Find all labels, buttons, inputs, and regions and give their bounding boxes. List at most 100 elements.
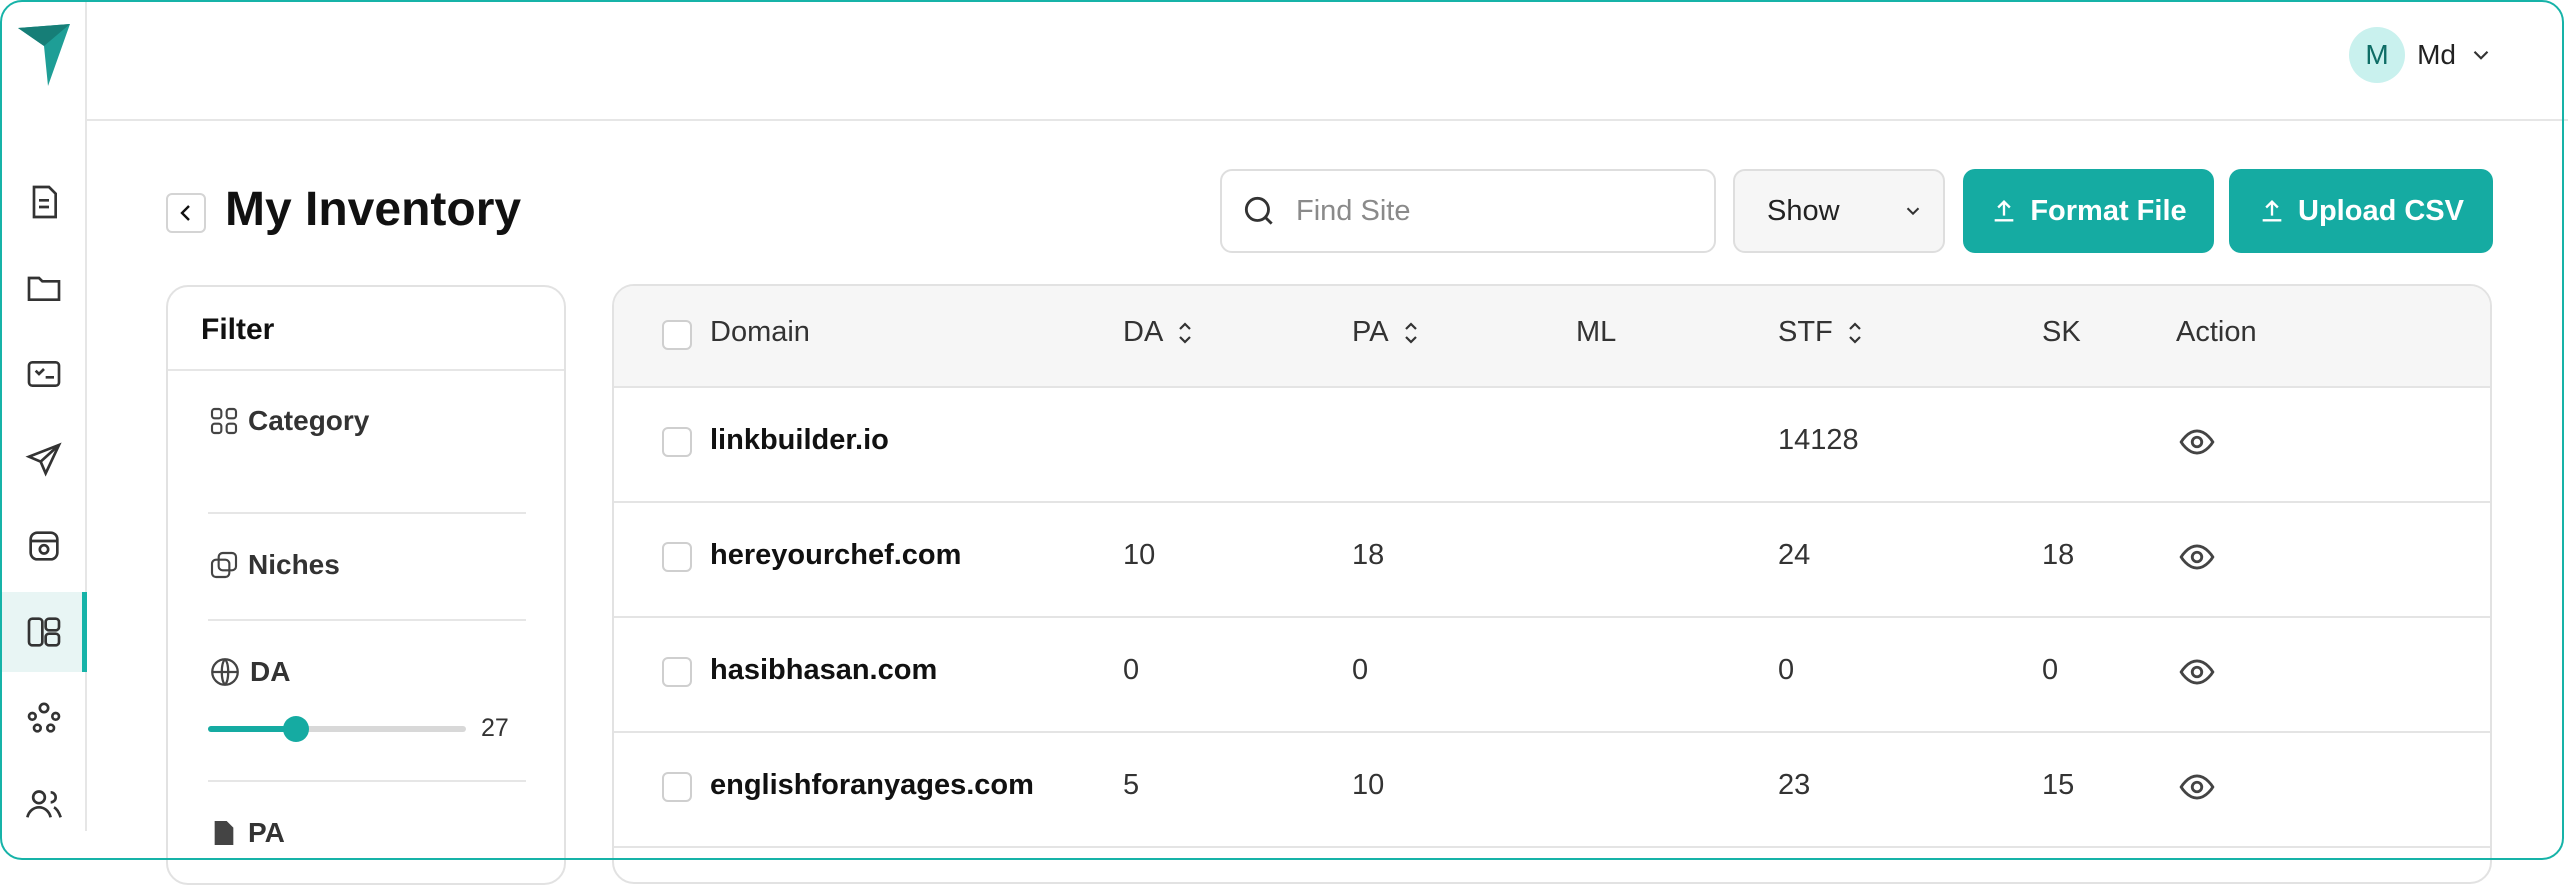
sk-cell: 0 [2042, 654, 2059, 686]
col-domain: Domain [710, 316, 810, 349]
nav-item-network[interactable] [2, 678, 85, 758]
col-action-label: Action [2176, 316, 2257, 348]
select-all-checkbox[interactable] [662, 320, 692, 350]
filter-category[interactable]: Category [208, 405, 369, 437]
row-checkbox[interactable] [662, 657, 692, 687]
table-row[interactable]: hereyourchef.com 10 18 24 18 [614, 501, 2490, 618]
da-cell: 5 [1123, 769, 1140, 801]
filter-niches[interactable]: Niches [208, 549, 340, 581]
nav-item-folders[interactable] [2, 248, 85, 328]
send-icon [24, 442, 62, 477]
top-bar: M Md [85, 0, 2568, 121]
sort-icon [1849, 321, 1861, 344]
nav-item-outreach[interactable] [2, 420, 85, 500]
col-ml-label: ML [1576, 316, 1617, 348]
chevron-left-icon [180, 205, 190, 221]
upload-icon [1995, 200, 2014, 222]
col-pa[interactable]: PA [1352, 316, 1421, 349]
nav-item-media[interactable] [2, 506, 85, 586]
users-icon [25, 790, 62, 818]
nav-rail [2, 2, 87, 831]
table-row[interactable]: hasibhasan.com 0 0 0 0 [614, 616, 2490, 733]
back-button[interactable] [166, 193, 206, 233]
da-cell: 10 [1123, 539, 1156, 571]
show-select[interactable]: Show [1733, 169, 1945, 253]
table-row[interactable]: englishforanyages.com 5 10 23 15 [614, 731, 2490, 848]
eye-icon[interactable] [2178, 768, 2216, 806]
col-stf[interactable]: STF [1778, 316, 1865, 349]
domain-cell[interactable]: englishforanyages.com [710, 769, 1034, 802]
inventory-table: Domain DA PA ML STF SK Action linkbuilde… [612, 284, 2492, 884]
row-checkbox[interactable] [662, 772, 692, 802]
divider [208, 780, 526, 782]
filter-pa[interactable]: PA [208, 817, 285, 849]
document-icon [32, 185, 57, 219]
divider [208, 619, 526, 621]
table-row[interactable]: linkbuilder.io 14128 [614, 386, 2490, 503]
col-sk-label: SK [2042, 316, 2081, 348]
pa-cell: 0 [1352, 654, 1369, 686]
eye-icon[interactable] [2178, 653, 2216, 691]
search-input[interactable] [1294, 193, 1678, 229]
copy-icon [210, 551, 238, 579]
filter-niches-label: Niches [248, 549, 340, 580]
pa-cell: 18 [1352, 539, 1385, 571]
network-icon [27, 702, 60, 733]
pa-cell: 10 [1352, 769, 1385, 801]
filter-pa-label: PA [248, 817, 285, 848]
divider [168, 369, 564, 371]
eye-icon[interactable] [2178, 538, 2216, 576]
stf-cell: 0 [1778, 654, 1795, 686]
stf-cell: 24 [1778, 539, 1811, 571]
user-menu[interactable]: M Md [2349, 27, 2494, 83]
format-file-label: Format File [2030, 194, 2187, 227]
row-checkbox[interactable] [662, 542, 692, 572]
da-slider-thumb[interactable] [282, 716, 309, 742]
filter-panel: Filter Category Niches DA 27 PA [166, 285, 566, 885]
filter-title: Filter [201, 313, 275, 346]
user-name: Md [2417, 39, 2456, 70]
table-header: Domain DA PA ML STF SK Action [614, 286, 2490, 388]
nav-item-users[interactable] [2, 764, 85, 844]
filter-da[interactable]: DA [208, 655, 290, 689]
grid-icon [210, 407, 238, 435]
page-icon [214, 821, 234, 845]
arrow-logo-icon[interactable] [16, 22, 72, 88]
sk-cell: 18 [2042, 539, 2075, 571]
nav-item-documents[interactable] [2, 162, 85, 242]
divider [208, 512, 526, 514]
da-cell: 0 [1123, 654, 1140, 686]
nav-item-inventory[interactable] [2, 592, 87, 672]
chevron-down-icon [2473, 50, 2489, 60]
da-slider-value: 27 [481, 714, 509, 742]
sk-cell: 15 [2042, 769, 2075, 801]
domain-cell[interactable]: hereyourchef.com [710, 539, 961, 572]
col-domain-label: Domain [710, 316, 810, 348]
domain-cell[interactable]: hasibhasan.com [710, 654, 937, 687]
inventory-layout-icon [27, 617, 60, 647]
camera-box-icon [28, 531, 59, 561]
show-select-label: Show [1767, 194, 1840, 227]
upload-csv-button[interactable]: Upload CSV [2229, 169, 2493, 253]
domain-cell[interactable]: linkbuilder.io [710, 424, 889, 457]
sort-icon [1404, 321, 1417, 344]
filter-category-label: Category [248, 405, 370, 436]
sort-icon [1179, 321, 1192, 344]
row-checkbox[interactable] [662, 427, 692, 457]
page-title: My Inventory [225, 183, 522, 236]
search-box[interactable] [1220, 169, 1716, 253]
col-sk: SK [2042, 316, 2081, 349]
stf-cell: 14128 [1778, 424, 1859, 456]
eye-icon[interactable] [2178, 423, 2216, 461]
search-icon [1244, 196, 1273, 225]
col-stf-label: STF [1778, 316, 1833, 348]
globe-icon [211, 658, 239, 686]
chevron-down-icon [1906, 207, 1919, 216]
col-da[interactable]: DA [1123, 316, 1195, 349]
col-da-label: DA [1123, 316, 1164, 348]
nav-item-tasks[interactable] [2, 334, 85, 414]
format-file-button[interactable]: Format File [1963, 169, 2214, 253]
folder-icon [27, 276, 60, 301]
col-ml: ML [1576, 316, 1616, 349]
col-pa-label: PA [1352, 316, 1389, 348]
